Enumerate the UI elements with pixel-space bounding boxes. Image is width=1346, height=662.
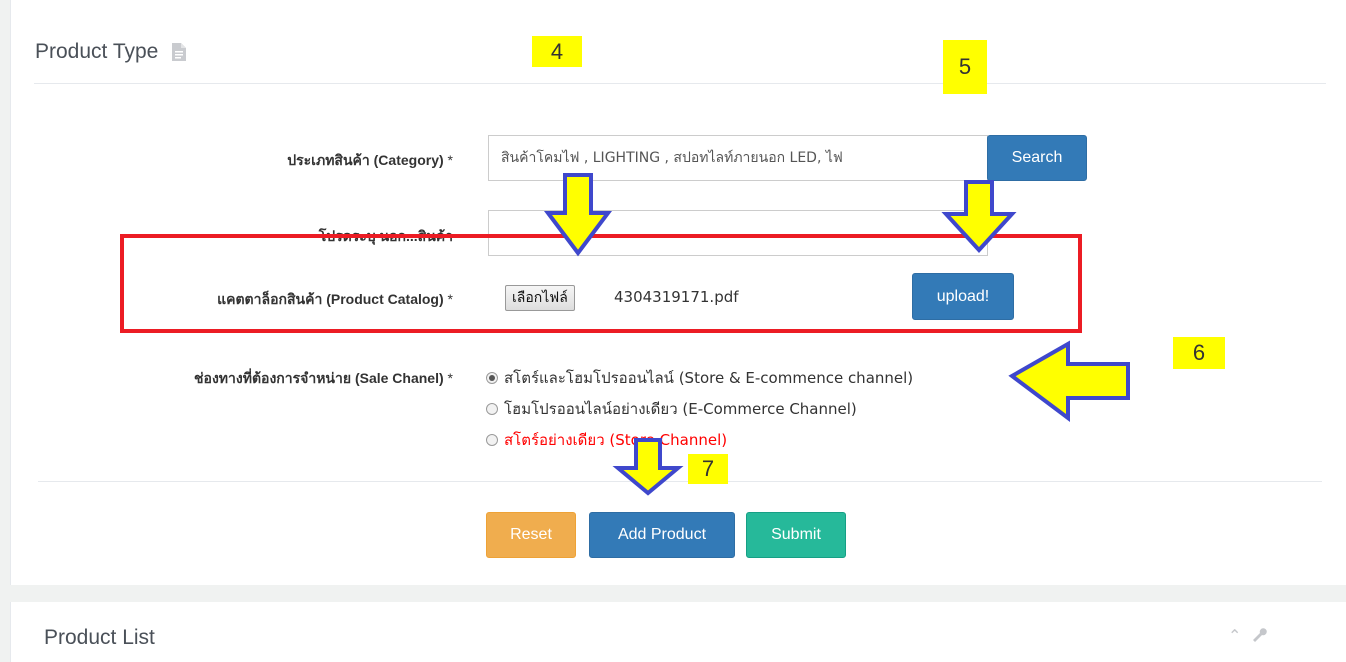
category-input[interactable]: สินค้าโคมไฟ , LIGHTING , สปอทไลท์ภายนอก … bbox=[488, 135, 988, 181]
sale-channel-option[interactable]: สโตร์อย่างเดียว (Store Channel) bbox=[486, 428, 727, 452]
add-product-button[interactable]: Add Product bbox=[589, 512, 735, 558]
form-divider bbox=[38, 481, 1322, 482]
highlight-box bbox=[120, 234, 1082, 333]
sale-channel-label: ช่องทางที่ต้องการจำหน่าย (Sale Chanel) * bbox=[194, 368, 453, 390]
radio-button[interactable] bbox=[486, 403, 498, 415]
sale-channel-option[interactable]: สโตร์และโฮมโปรออนไลน์ (Store & E-commenc… bbox=[486, 366, 913, 390]
panel-divider bbox=[34, 83, 1326, 84]
option-label: โฮมโปรออนไลน์อย่างเดียว (E-Commerce Chan… bbox=[504, 400, 857, 418]
reset-button[interactable]: Reset bbox=[486, 512, 576, 558]
wrench-icon[interactable] bbox=[1251, 626, 1268, 647]
product-list-panel bbox=[10, 602, 1346, 662]
step-marker: 6 bbox=[1173, 337, 1225, 369]
step-marker: 5 bbox=[943, 40, 987, 94]
option-label: สโตร์และโฮมโปรออนไลน์ (Store & E-commenc… bbox=[504, 369, 914, 387]
category-label: ประเภทสินค้า (Category) * bbox=[287, 150, 453, 172]
search-button[interactable]: Search bbox=[987, 135, 1087, 181]
document-icon bbox=[172, 43, 187, 61]
chevron-up-icon[interactable]: ⌃ bbox=[1228, 626, 1241, 647]
panel-title: Product Type bbox=[35, 40, 187, 64]
panel-tools: ⌃ bbox=[1228, 626, 1268, 647]
panel-title-text: Product Type bbox=[35, 40, 159, 63]
sale-channel-label-text: ช่องทางที่ต้องการจำหน่าย (Sale Chanel) bbox=[194, 370, 444, 386]
option-label: สโตร์อย่างเดียว (Store Channel) bbox=[504, 431, 728, 449]
required-marker: * bbox=[447, 152, 453, 168]
submit-button[interactable]: Submit bbox=[746, 512, 846, 558]
radio-button[interactable] bbox=[486, 372, 498, 384]
category-label-text: ประเภทสินค้า (Category) bbox=[287, 152, 444, 168]
sale-channel-option[interactable]: โฮมโปรออนไลน์อย่างเดียว (E-Commerce Chan… bbox=[486, 397, 857, 421]
step-marker: 4 bbox=[532, 36, 582, 67]
product-list-title: Product List bbox=[44, 626, 155, 649]
step-marker: 7 bbox=[688, 454, 728, 484]
radio-button[interactable] bbox=[486, 434, 498, 446]
required-marker: * bbox=[447, 370, 453, 386]
